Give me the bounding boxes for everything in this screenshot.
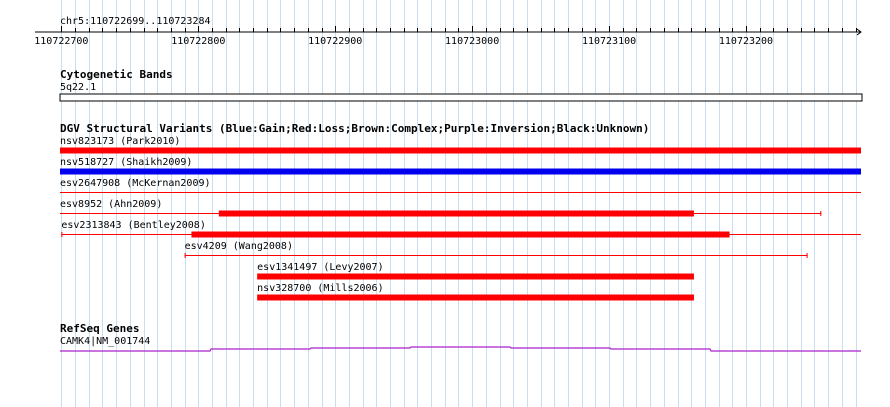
dgv-feature-bar: [218, 210, 694, 217]
refseq-track: RefSeq Genes CAMK4|NM_001744: [60, 322, 861, 352]
dgv-feature-label: esv2313843 (Bentley2008): [61, 220, 206, 231]
dgv-track: DGV Structural Variants (Blue:Gain;Red:L…: [60, 122, 861, 301]
dgv-feature-label: esv4209 (Wang2008): [185, 241, 293, 252]
dgv-feature-bar: [191, 231, 730, 238]
dgv-feature-bar: [60, 147, 861, 154]
dgv-feature-bar: [60, 168, 861, 175]
gene-label: CAMK4|NM_001744: [60, 336, 150, 347]
ruler-tick-label: 110722800: [171, 36, 225, 47]
gene-transcript-line[interactable]: [60, 346, 861, 352]
genome-browser-view: chr5:110722699..110723284 110722700 11072…: [34, 0, 863, 407]
dgv-feature-label: nsv823173 (Park2010): [60, 136, 180, 147]
cytoband-bar[interactable]: [59, 93, 863, 102]
dgv-feature-bar: [257, 273, 694, 280]
cytoband-track-title[interactable]: Cytogenetic Bands: [60, 68, 173, 81]
dgv-feature-label: nsv518727 (Shaikh2009): [60, 157, 192, 168]
cytoband-track: Cytogenetic Bands 5q22.1: [59, 68, 863, 102]
ruler-tick-label: 110723000: [445, 36, 499, 47]
ruler: chr5:110722699..110723284 110722700 11072…: [34, 16, 862, 47]
refseq-track-title[interactable]: RefSeq Genes: [60, 322, 139, 335]
cytoband-label: 5q22.1: [60, 82, 96, 93]
dgv-feature[interactable]: esv8952 (Ahn2009): [60, 199, 822, 217]
dgv-feature-label: esv1341497 (Levy2007): [257, 262, 383, 273]
dgv-feature[interactable]: nsv328700 (Mills2006): [257, 283, 694, 301]
ruler-tick-label: 110723200: [719, 36, 773, 47]
vertical-grid: [61, 0, 857, 407]
region-label: chr5:110722699..110723284: [60, 16, 211, 27]
dgv-feature[interactable]: nsv518727 (Shaikh2009): [60, 157, 861, 175]
dgv-feature[interactable]: esv2647908 (McKernan2009): [60, 178, 861, 193]
dgv-feature-label: nsv328700 (Mills2006): [257, 283, 383, 294]
dgv-feature[interactable]: esv4209 (Wang2008): [184, 241, 808, 258]
dgv-feature-label: esv8952 (Ahn2009): [60, 199, 162, 210]
dgv-track-title[interactable]: DGV Structural Variants (Blue:Gain;Red:L…: [60, 122, 649, 135]
ruler-tick-label: 110723100: [582, 36, 636, 47]
dgv-feature-bar: [257, 294, 694, 301]
dgv-feature[interactable]: esv1341497 (Levy2007): [257, 262, 694, 280]
dgv-feature[interactable]: nsv823173 (Park2010): [60, 136, 861, 154]
ruler-tick-label: 110722700: [34, 36, 88, 47]
dgv-feature-label: esv2647908 (McKernan2009): [60, 178, 211, 189]
ruler-ticks: 110722700 110722800 110722900 110723000 1107…: [34, 26, 862, 47]
dgv-features: nsv823173 (Park2010) nsv518727 (Shaikh200…: [60, 136, 861, 301]
dgv-feature[interactable]: esv2313843 (Bentley2008): [61, 220, 861, 238]
ruler-tick-label: 110722900: [308, 36, 362, 47]
